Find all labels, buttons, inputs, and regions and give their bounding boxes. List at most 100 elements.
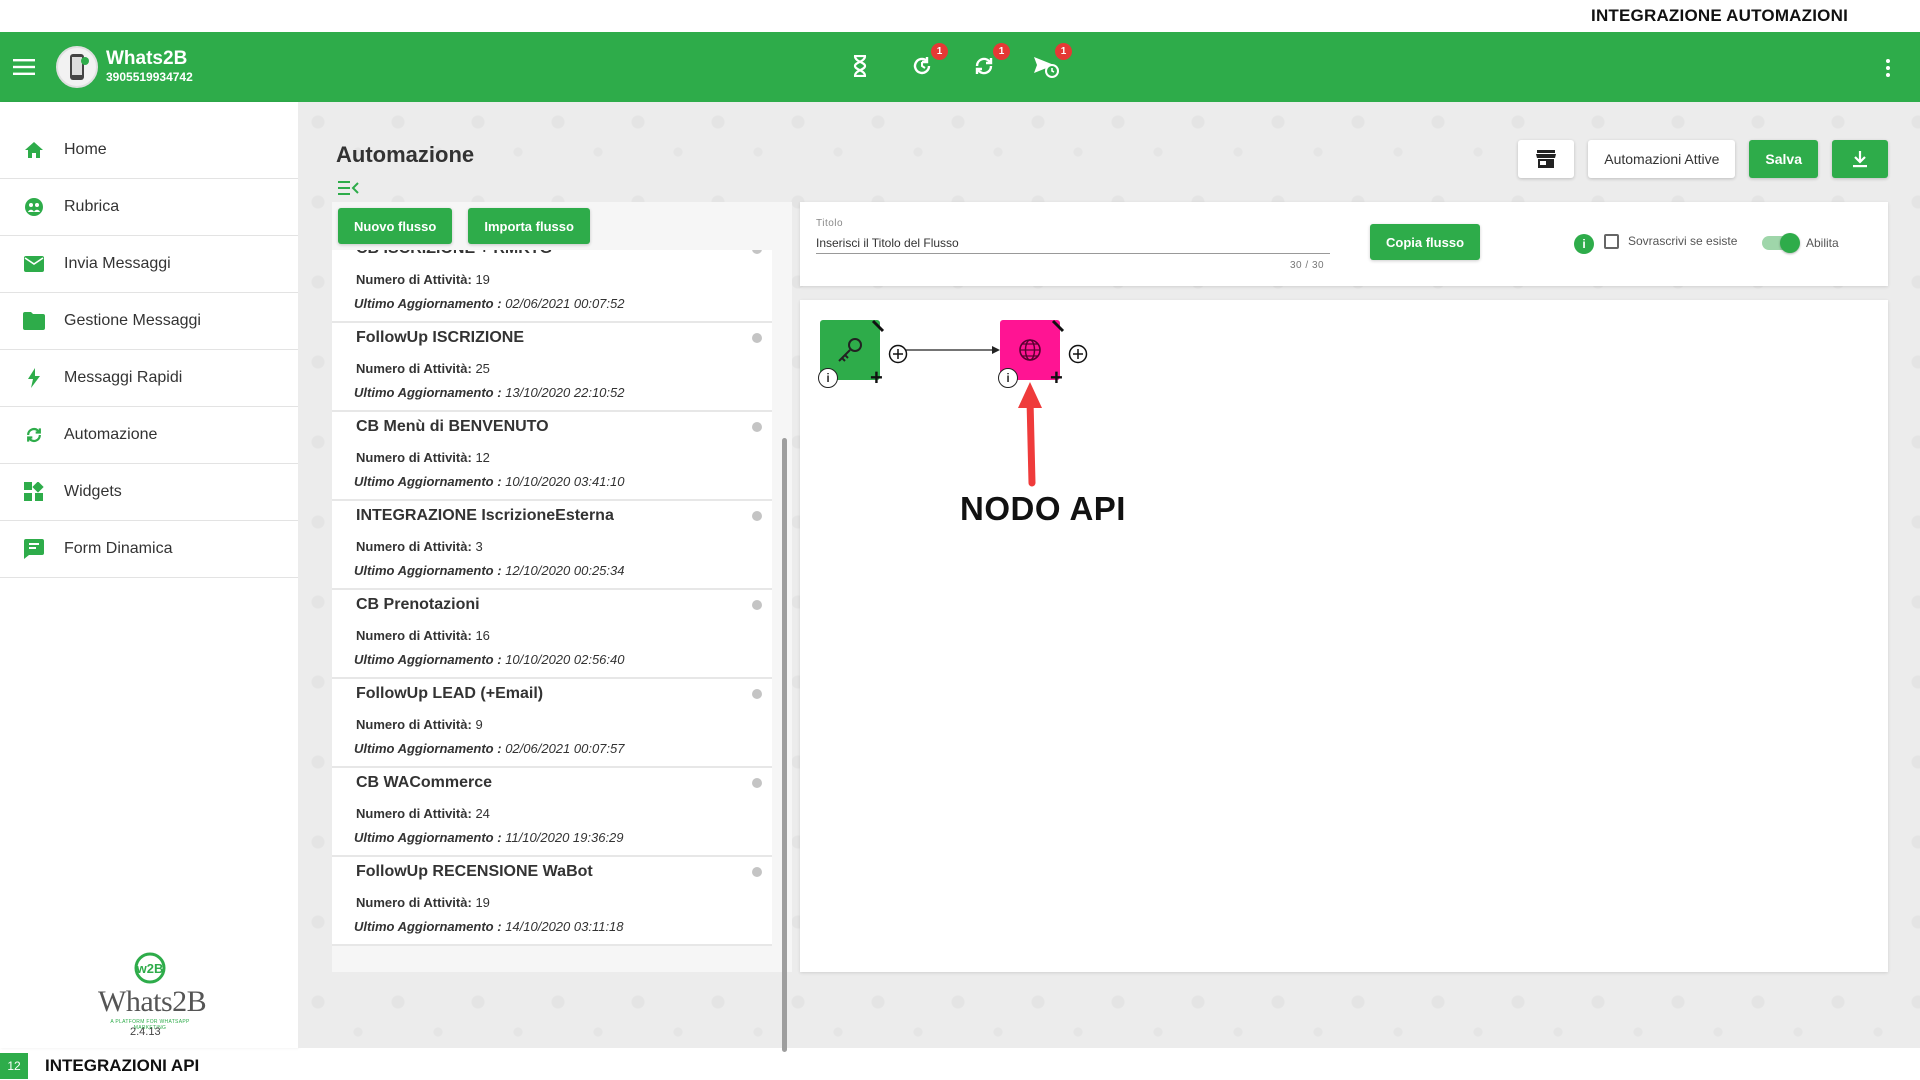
- flow-activity-count: Numero di Attività: 19: [356, 895, 490, 910]
- api-node-add-circle-icon[interactable]: [1068, 344, 1088, 364]
- flow-title: FollowUp LEAD (+Email): [356, 685, 544, 702]
- enable-label: Abilita: [1806, 236, 1839, 250]
- flow-status-dot[interactable]: [752, 511, 762, 521]
- app-header: Whats2B 3905519934742 1 1 1: [0, 32, 1920, 102]
- overwrite-checkbox[interactable]: [1604, 234, 1619, 249]
- download-button[interactable]: [1832, 140, 1888, 178]
- flow-list-item[interactable]: FollowUp RECENSIONE WaBot Numero di Atti…: [332, 857, 772, 946]
- slide-number: 12: [0, 1053, 28, 1079]
- flow-title: CB Prenotazioni: [356, 596, 480, 613]
- history-icon: [913, 57, 931, 75]
- sidebar-item-label: Automazione: [64, 426, 158, 443]
- flow-activity-count: Numero di Attività: 24: [356, 806, 490, 821]
- store-icon: [1536, 150, 1557, 168]
- account-avatar[interactable]: [56, 46, 98, 88]
- api-node-plus-icon[interactable]: +: [1050, 367, 1063, 389]
- main-content: Automazione Automazioni Attive Salva Nuo…: [298, 102, 1920, 1052]
- new-flow-button[interactable]: Nuovo flusso: [338, 208, 453, 244]
- flow-list-item[interactable]: CB WACommerce Numero di Attività: 24 Ult…: [332, 768, 772, 857]
- flow-status-dot[interactable]: [752, 600, 762, 610]
- enable-toggle[interactable]: [1762, 233, 1800, 253]
- copy-flow-button[interactable]: Copia flusso: [1370, 224, 1481, 260]
- widgets-icon: [22, 480, 46, 504]
- more-options-button[interactable]: [1878, 54, 1898, 82]
- flow-status-dot[interactable]: [752, 422, 762, 432]
- sync-badge: 1: [993, 43, 1010, 60]
- mail-icon: [22, 252, 46, 276]
- flow-status-dot[interactable]: [752, 689, 762, 699]
- flow-activity-count: Numero di Attività: 3: [356, 539, 483, 554]
- start-node-plus-icon[interactable]: +: [870, 367, 883, 389]
- sidebar-item-label: Messaggi Rapidi: [64, 369, 183, 386]
- flow-activity-count: Numero di Attività: 19: [356, 272, 490, 287]
- sidebar-item-label: Home: [64, 141, 107, 158]
- home-icon: [22, 138, 46, 162]
- sidebar-item-invia-messaggi[interactable]: Invia Messaggi: [0, 236, 298, 293]
- sidebar-item-label: Invia Messaggi: [64, 255, 171, 272]
- store-button[interactable]: [1518, 140, 1575, 178]
- import-flow-button[interactable]: Importa flusso: [468, 208, 590, 244]
- flow-status-dot[interactable]: [752, 333, 762, 343]
- active-automations-button[interactable]: Automazioni Attive: [1588, 140, 1736, 178]
- save-button[interactable]: Salva: [1749, 140, 1818, 178]
- flow-activity-count: Numero di Attività: 25: [356, 361, 490, 376]
- start-node-edit-icon[interactable]: [870, 318, 886, 334]
- flow-list-item[interactable]: CB Prenotazioni Numero di Attività: 16 U…: [332, 590, 772, 679]
- flow-title-input[interactable]: [816, 232, 1330, 254]
- flow-status-dot[interactable]: [752, 250, 762, 254]
- collapse-list-icon[interactable]: [338, 179, 360, 197]
- flow-last-update: Ultimo Aggiornamento : 10/10/2020 03:41:…: [354, 474, 625, 489]
- flow-list[interactable]: CB ISCRIZIONE + RMKTG Numero di Attività…: [332, 250, 782, 952]
- flow-last-update: Ultimo Aggiornamento : 13/10/2020 22:10:…: [354, 385, 625, 400]
- title-field-label: Titolo: [816, 218, 844, 229]
- flow-list-item[interactable]: INTEGRAZIONE IscrizioneEsterna Numero di…: [332, 501, 772, 590]
- sidebar-item-rubrica[interactable]: Rubrica: [0, 179, 298, 236]
- sidebar-item-gestione-messaggi[interactable]: Gestione Messaggi: [0, 293, 298, 350]
- flow-title: FollowUp RECENSIONE WaBot: [356, 863, 593, 880]
- flow-status-dot[interactable]: [752, 867, 762, 877]
- header-icon-group: 1 1 1: [840, 43, 1072, 86]
- flow-title: CB ISCRIZIONE + RMKTG: [356, 250, 552, 258]
- info-glyph: i: [826, 371, 830, 385]
- sync-button[interactable]: 1: [964, 43, 1010, 86]
- api-globe-icon: [1019, 339, 1041, 361]
- history-button[interactable]: 1: [902, 43, 948, 86]
- flow-list-item[interactable]: CB Menù di BENVENUTO Numero di Attività:…: [332, 412, 772, 501]
- phone-avatar-icon: [70, 54, 89, 80]
- api-node-edit-icon[interactable]: [1050, 318, 1066, 334]
- sidebar-item-form-dinamica[interactable]: Form Dinamica: [0, 521, 298, 578]
- page-title: Automazione: [336, 142, 475, 167]
- flow-list-item[interactable]: CB ISCRIZIONE + RMKTG Numero di Attività…: [332, 250, 772, 323]
- info-icon[interactable]: i: [1574, 234, 1594, 254]
- flow-list-actions: Nuovo flusso Importa flusso: [338, 208, 590, 244]
- flow-canvas[interactable]: i + i + NODO API: [800, 300, 1888, 972]
- start-node-add-circle-icon[interactable]: [888, 344, 908, 364]
- flow-list-scrollbar[interactable]: [782, 438, 787, 1052]
- scheduled-send-button[interactable]: 1: [1026, 43, 1072, 86]
- flow-activity-count: Numero di Attività: 9: [356, 717, 483, 732]
- flow-status-dot[interactable]: [752, 778, 762, 788]
- flow-last-update: Ultimo Aggiornamento : 12/10/2020 00:25:…: [354, 563, 625, 578]
- flow-title: CB Menù di BENVENUTO: [356, 418, 549, 435]
- start-node-info-icon[interactable]: i: [818, 368, 838, 388]
- title-char-counter: 30 / 30: [1290, 260, 1325, 271]
- flow-last-update: Ultimo Aggiornamento : 02/06/2021 00:07:…: [354, 296, 625, 311]
- hourglass-button[interactable]: [840, 46, 880, 86]
- sidebar-item-label: Widgets: [64, 483, 122, 500]
- flow-list-item[interactable]: FollowUp LEAD (+Email) Numero di Attivit…: [332, 679, 772, 768]
- contacts-icon: [22, 195, 46, 219]
- flow-activity-count: Numero di Attività: 16: [356, 628, 490, 643]
- flow-list-item[interactable]: FollowUp ISCRIZIONE Numero di Attività: …: [332, 323, 772, 412]
- sidebar-item-automazione[interactable]: Automazione: [0, 407, 298, 464]
- sidebar-item-widgets[interactable]: Widgets: [0, 464, 298, 521]
- sidebar: Home Rubrica Invia Messaggi Gestione Mes…: [0, 102, 298, 1048]
- slide-top-title: INTEGRAZIONE AUTOMAZIONI: [1591, 6, 1848, 25]
- sidebar-item-home[interactable]: Home: [0, 122, 298, 179]
- hamburger-menu-button[interactable]: [4, 47, 44, 87]
- annotation-arrow-icon: [1018, 382, 1042, 487]
- flow-last-update: Ultimo Aggiornamento : 02/06/2021 00:07:…: [354, 741, 625, 756]
- flow-last-update: Ultimo Aggiornamento : 14/10/2020 03:11:…: [354, 919, 624, 934]
- sidebar-item-messaggi-rapidi[interactable]: Messaggi Rapidi: [0, 350, 298, 407]
- sync-icon: [975, 57, 993, 75]
- form-icon: [22, 537, 46, 561]
